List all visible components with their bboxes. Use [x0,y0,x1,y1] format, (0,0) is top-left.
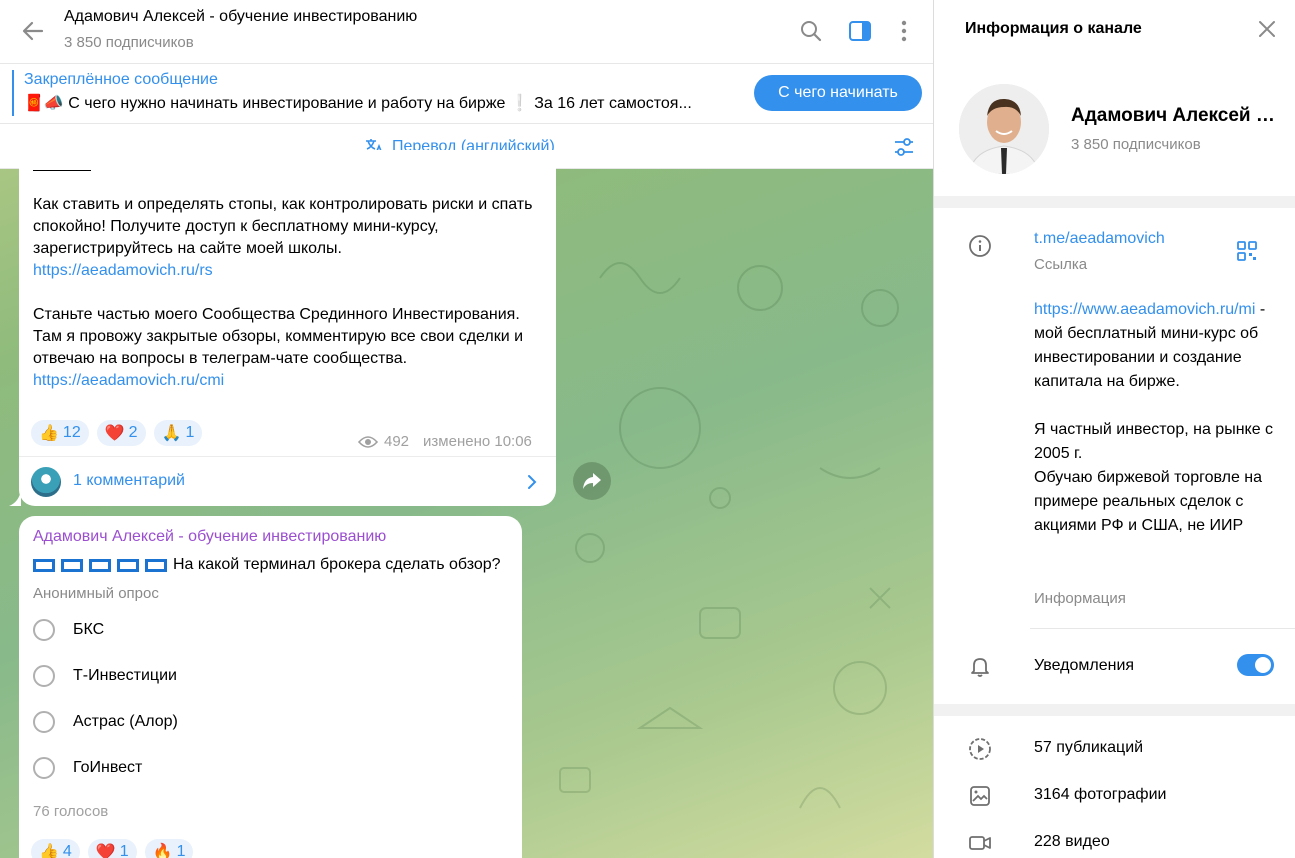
reaction-thumbs-up[interactable]: 👍 12 [31,420,89,446]
chat-pane: Адамович Алексей - обучение инвестирован… [0,0,933,858]
toggle-knob [1255,657,1271,673]
notifications-toggle[interactable] [1237,654,1274,676]
radio-icon [33,619,55,641]
poll-option[interactable]: Т-Инвестиции [33,661,177,691]
description-text: - мой бесплатный мини-курс об инвестиров… [1034,301,1274,534]
publications-icon [969,738,991,760]
qr-code-icon[interactable] [1236,240,1258,262]
channel-title[interactable]: Адамович Алексей - обучение инвестирован… [64,8,417,26]
poll-votes: 76 голосов [33,803,109,820]
reaction-thumbs-up[interactable]: 👍 4 [31,839,80,858]
divider [1030,628,1295,629]
stat-publications[interactable]: 57 публикаций [1034,739,1143,757]
post-text: Как ставить и определять стопы, как конт… [33,194,533,392]
comments-button[interactable]: 1 комментарий [19,456,556,506]
forward-button[interactable] [573,462,611,500]
channel-subscribers: 3 850 подписчиков [64,34,194,51]
radio-icon [33,757,55,779]
avatar[interactable] [959,84,1049,174]
notifications-label: Уведомления [1034,657,1135,674]
more-options-icon[interactable] [889,16,919,46]
comments-label: 1 комментарий [73,472,185,489]
post-author[interactable]: Адамович Алексей - обучение инвестирован… [33,528,386,546]
reaction-heart[interactable]: ❤️ 1 [87,839,137,858]
channel-post: Как ставить и определять стопы, как конт… [19,150,556,506]
poll-post: Адамович Алексей - обучение инвестирован… [19,516,522,858]
start-here-button[interactable]: С чего начинать [754,75,922,111]
poll-question: На какой терминал брокера сделать обзор? [173,556,501,573]
post-link[interactable]: https://aeadamovich.ru/rs [33,262,213,279]
sidebar-toggle-icon[interactable] [845,16,875,46]
pinned-message[interactable]: Закреплённое сообщение 🧧📣 С чего нужно н… [0,64,933,124]
subscriber-count: 3 850 подписчиков [1071,136,1201,153]
poll-option[interactable]: Астрас (Алор) [33,707,178,737]
chevron-right-icon [528,475,537,489]
pinned-text: 🧧📣 С чего нужно начинать инвестирование … [24,95,692,112]
info-header: Информация о канале Адамович Алексей - о… [934,0,1295,196]
channel-info-panel: Информация о канале Адамович Алексей - о… [933,0,1295,858]
bell-icon [971,658,989,677]
close-icon[interactable] [1256,18,1278,40]
photo-icon [970,786,990,806]
reactions-bar: 👍 12 ❤️ 2 🙏 1 [31,420,203,446]
forward-icon [583,473,601,489]
poll-type: Анонимный опрос [33,585,159,602]
pinned-indicator [12,70,14,116]
commenter-avatar [31,467,61,497]
post-paragraph: Станьте частью моего Сообщества Срединно… [33,306,524,367]
edited-time: изменено 10:06 [423,433,532,450]
stat-videos[interactable]: 228 видео [1034,833,1110,851]
description-caption: Информация [1034,590,1126,607]
info-icon [969,235,991,257]
pinned-title: Закреплённое сообщение [24,71,218,88]
info-section: t.me/aeadamovich Ссылка https://www.aead… [934,208,1295,704]
post-paragraph: Как ставить и определять стопы, как конт… [33,196,533,257]
media-stats: 57 публикаций 3164 фотографии 228 видео [934,716,1295,858]
link-caption: Ссылка [1034,256,1088,273]
video-icon [969,836,991,850]
poll-option[interactable]: ГоИнвест [33,753,142,783]
opros-emoji-icon [33,558,167,572]
reaction-heart[interactable]: ❤️ 2 [96,420,146,446]
post-meta: 492 изменено 10:06 [358,433,532,450]
channel-link[interactable]: t.me/aeadamovich [1034,230,1165,248]
radio-icon [33,665,55,687]
radio-icon [33,711,55,733]
views-eye-icon [358,435,378,448]
stat-photos[interactable]: 3164 фотографии [1034,786,1166,804]
channel-description: https://www.aeadamovich.ru/mi - мой бесп… [1034,298,1274,538]
views-count: 492 [384,433,410,450]
back-arrow-icon[interactable] [18,16,48,46]
post-link[interactable]: https://aeadamovich.ru/cmi [33,372,224,389]
poll-question-row: На какой терминал брокера сделать обзор? [33,556,501,574]
chat-header: Адамович Алексей - обучение инвестирован… [0,0,933,64]
reaction-pray[interactable]: 🙏 1 [153,420,203,446]
separator-line [33,170,91,171]
info-title: Информация о канале [965,20,1142,37]
telegram-window: Адамович Алексей - обучение инвестирован… [0,0,1295,858]
description-link[interactable]: https://www.aeadamovich.ru/mi [1034,301,1255,318]
translate-settings-icon[interactable] [892,135,916,159]
poll-option[interactable]: БКС [33,615,104,645]
channel-name: Адамович Алексей - обучение инвестирован… [1071,105,1276,126]
avatar-image [959,84,1049,174]
reaction-fire[interactable]: 🔥 1 [144,839,194,858]
search-icon[interactable] [796,16,826,46]
reactions-bar: 👍 4 ❤️ 1 🔥 1 [31,839,194,858]
